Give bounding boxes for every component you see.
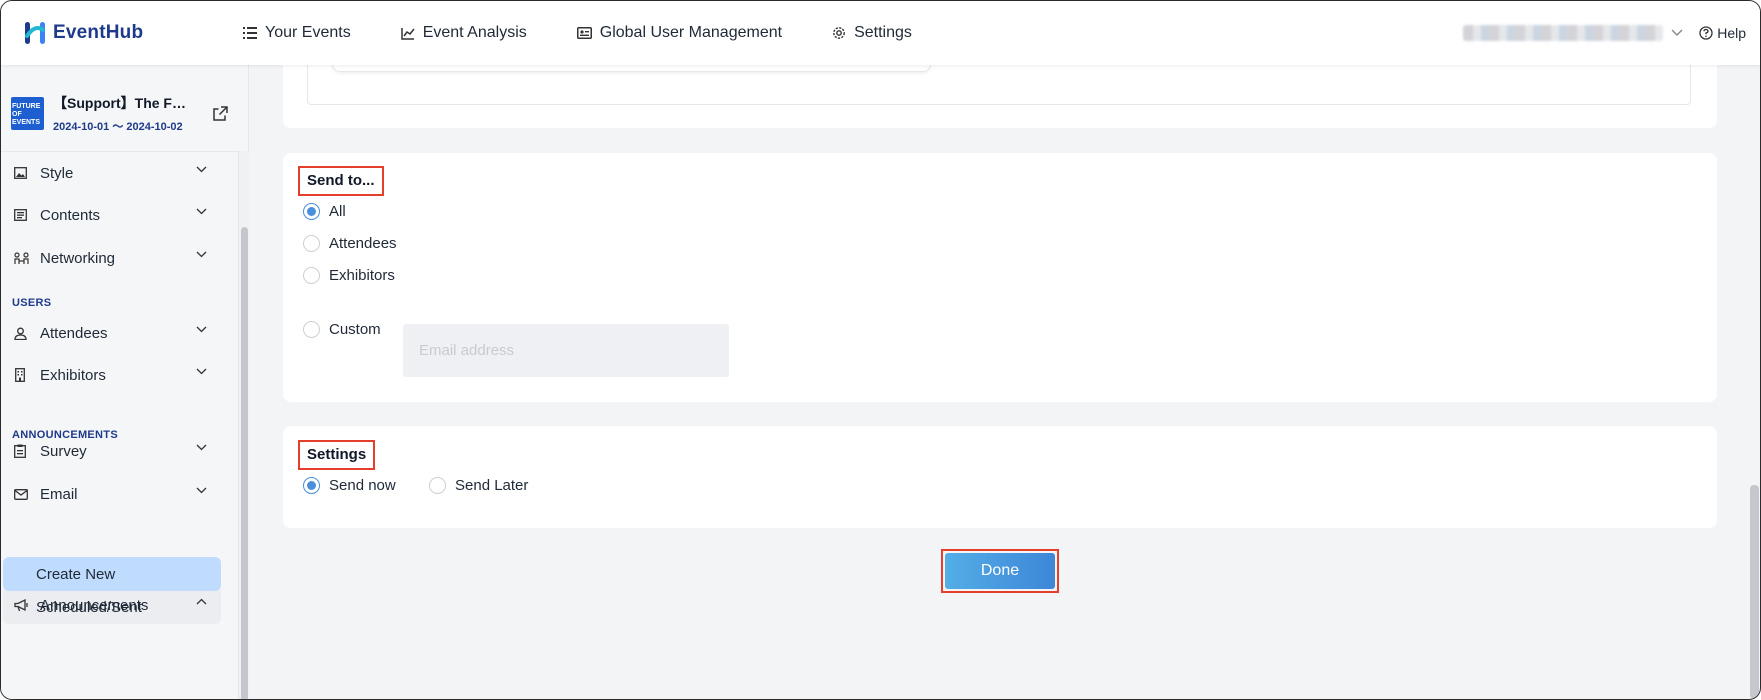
radio-button[interactable] (303, 321, 320, 338)
done-button-highlight: Done (941, 549, 1059, 593)
chevron-down-icon[interactable] (1671, 29, 1683, 37)
mail-icon (14, 488, 30, 500)
section-label-users: USERS (12, 297, 52, 309)
id-card-icon (576, 27, 592, 39)
chevron-down-icon (196, 326, 207, 333)
main-content: Send to... All Attendees Exhibitors Cust… (250, 55, 1760, 699)
custom-email-input[interactable] (403, 324, 729, 377)
sidebar-item-email[interactable]: Email (1, 475, 221, 513)
app-name: EventHub (53, 22, 144, 43)
radio-button[interactable] (429, 477, 446, 494)
nav-label: Global User Management (599, 24, 783, 41)
settings-option-send-now[interactable]: Send now (303, 477, 396, 494)
help-icon (1699, 26, 1713, 40)
nav-label: Settings (854, 24, 912, 41)
image-icon (14, 167, 30, 179)
logo[interactable]: EventHub (23, 20, 223, 46)
sidebar-item-survey[interactable]: Survey (1, 432, 221, 470)
clipboard-icon (14, 444, 30, 458)
sidebar-item-contents[interactable]: Contents (1, 196, 221, 234)
nav-label: Your Events (265, 24, 351, 41)
radio-button[interactable] (303, 267, 320, 284)
sidebar-item-label: Networking (40, 249, 116, 267)
networking-icon (14, 251, 30, 265)
help-link[interactable]: Help (1699, 25, 1746, 41)
send-to-option-custom[interactable]: Custom (303, 321, 381, 338)
building-icon (14, 368, 30, 382)
sidebar-item-label: Attendees (40, 324, 108, 342)
eventhub-logo-icon (25, 22, 45, 44)
radio-button[interactable] (303, 235, 320, 252)
nav-your-events[interactable]: Your Events (243, 24, 351, 42)
radio-button[interactable] (303, 203, 320, 220)
send-to-option-all[interactable]: All (303, 203, 346, 220)
chevron-down-icon (196, 251, 207, 258)
main-scrollbar-thumb[interactable] (1750, 485, 1759, 699)
sidebar-subitem-scheduled-sent[interactable]: Scheduled/Sent (3, 590, 221, 624)
sidebar-item-attendees[interactable]: Attendees (1, 314, 221, 352)
help-label: Help (1717, 25, 1746, 41)
list-icon (243, 27, 257, 39)
top-navigation: EventHub Your Events Event Analysis Glob… (1, 1, 1760, 65)
done-button[interactable]: Done (945, 553, 1055, 589)
sidebar-item-label: Email (40, 485, 78, 503)
app-window: EventHub Your Events Event Analysis Glob… (0, 0, 1761, 700)
previous-section-card (283, 55, 1717, 128)
chart-icon (400, 27, 415, 40)
gear-icon (833, 27, 845, 39)
nav-label: Event Analysis (422, 24, 527, 41)
radio-button[interactable] (303, 477, 320, 494)
settings-option-send-later[interactable]: Send Later (429, 477, 528, 494)
user-account-menu[interactable] (1463, 25, 1664, 41)
sidebar-scrollbar-thumb[interactable] (241, 227, 248, 699)
nav-right: Help (1463, 25, 1746, 41)
sidebar-item-label: Style (40, 164, 74, 182)
send-to-option-attendees[interactable]: Attendees (303, 235, 397, 252)
person-icon (14, 327, 30, 340)
option-label: Attendees (329, 235, 397, 252)
chevron-down-icon (196, 444, 207, 451)
chevron-down-icon (196, 487, 207, 494)
sidebar: FUTURE OF EVENTS 【Support】The F… 2024-10… (1, 65, 249, 699)
nav-global-user-management[interactable]: Global User Management (576, 24, 783, 42)
sidebar-divider (1, 151, 239, 152)
document-icon (14, 209, 30, 221)
nav-event-analysis[interactable]: Event Analysis (400, 24, 527, 42)
event-thumbnail: FUTURE OF EVENTS (11, 96, 44, 130)
event-card: FUTURE OF EVENTS 【Support】The F… 2024-10… (11, 93, 241, 133)
send-to-option-exhibitors[interactable]: Exhibitors (303, 267, 395, 284)
option-label: Send now (329, 477, 396, 494)
settings-card: Settings Send now Send Later (283, 426, 1717, 528)
settings-title: Settings (298, 440, 376, 470)
chevron-down-icon (196, 368, 207, 375)
nav-settings[interactable]: Settings (832, 24, 912, 42)
chevron-down-icon (196, 208, 207, 215)
chevron-down-icon (196, 166, 207, 173)
option-label: Custom (329, 321, 381, 338)
sidebar-item-style[interactable]: Style (1, 154, 221, 192)
external-link-icon[interactable] (213, 105, 228, 121)
option-label: Exhibitors (329, 267, 395, 284)
option-label: Send Later (455, 477, 529, 494)
sidebar-item-label: Contents (40, 206, 101, 224)
event-title: 【Support】The F… (53, 94, 186, 111)
sidebar-item-label: Exhibitors (40, 366, 106, 384)
option-label: All (329, 203, 346, 220)
sidebar-item-networking[interactable]: Networking (1, 239, 221, 277)
event-dates: 2024-10-01 〜 2024-10-02 (53, 120, 183, 133)
nav-items: Your Events Event Analysis Global User M… (243, 24, 962, 42)
sidebar-subitem-create-new[interactable]: Create New (3, 557, 221, 591)
sidebar-item-exhibitors[interactable]: Exhibitors (1, 356, 221, 394)
sidebar-item-label: Survey (40, 442, 87, 460)
send-to-title: Send to... (298, 166, 384, 196)
event-info: 【Support】The F… 2024-10-01 〜 2024-10-02 (53, 93, 203, 134)
send-to-card: Send to... All Attendees Exhibitors Cust… (283, 153, 1717, 402)
